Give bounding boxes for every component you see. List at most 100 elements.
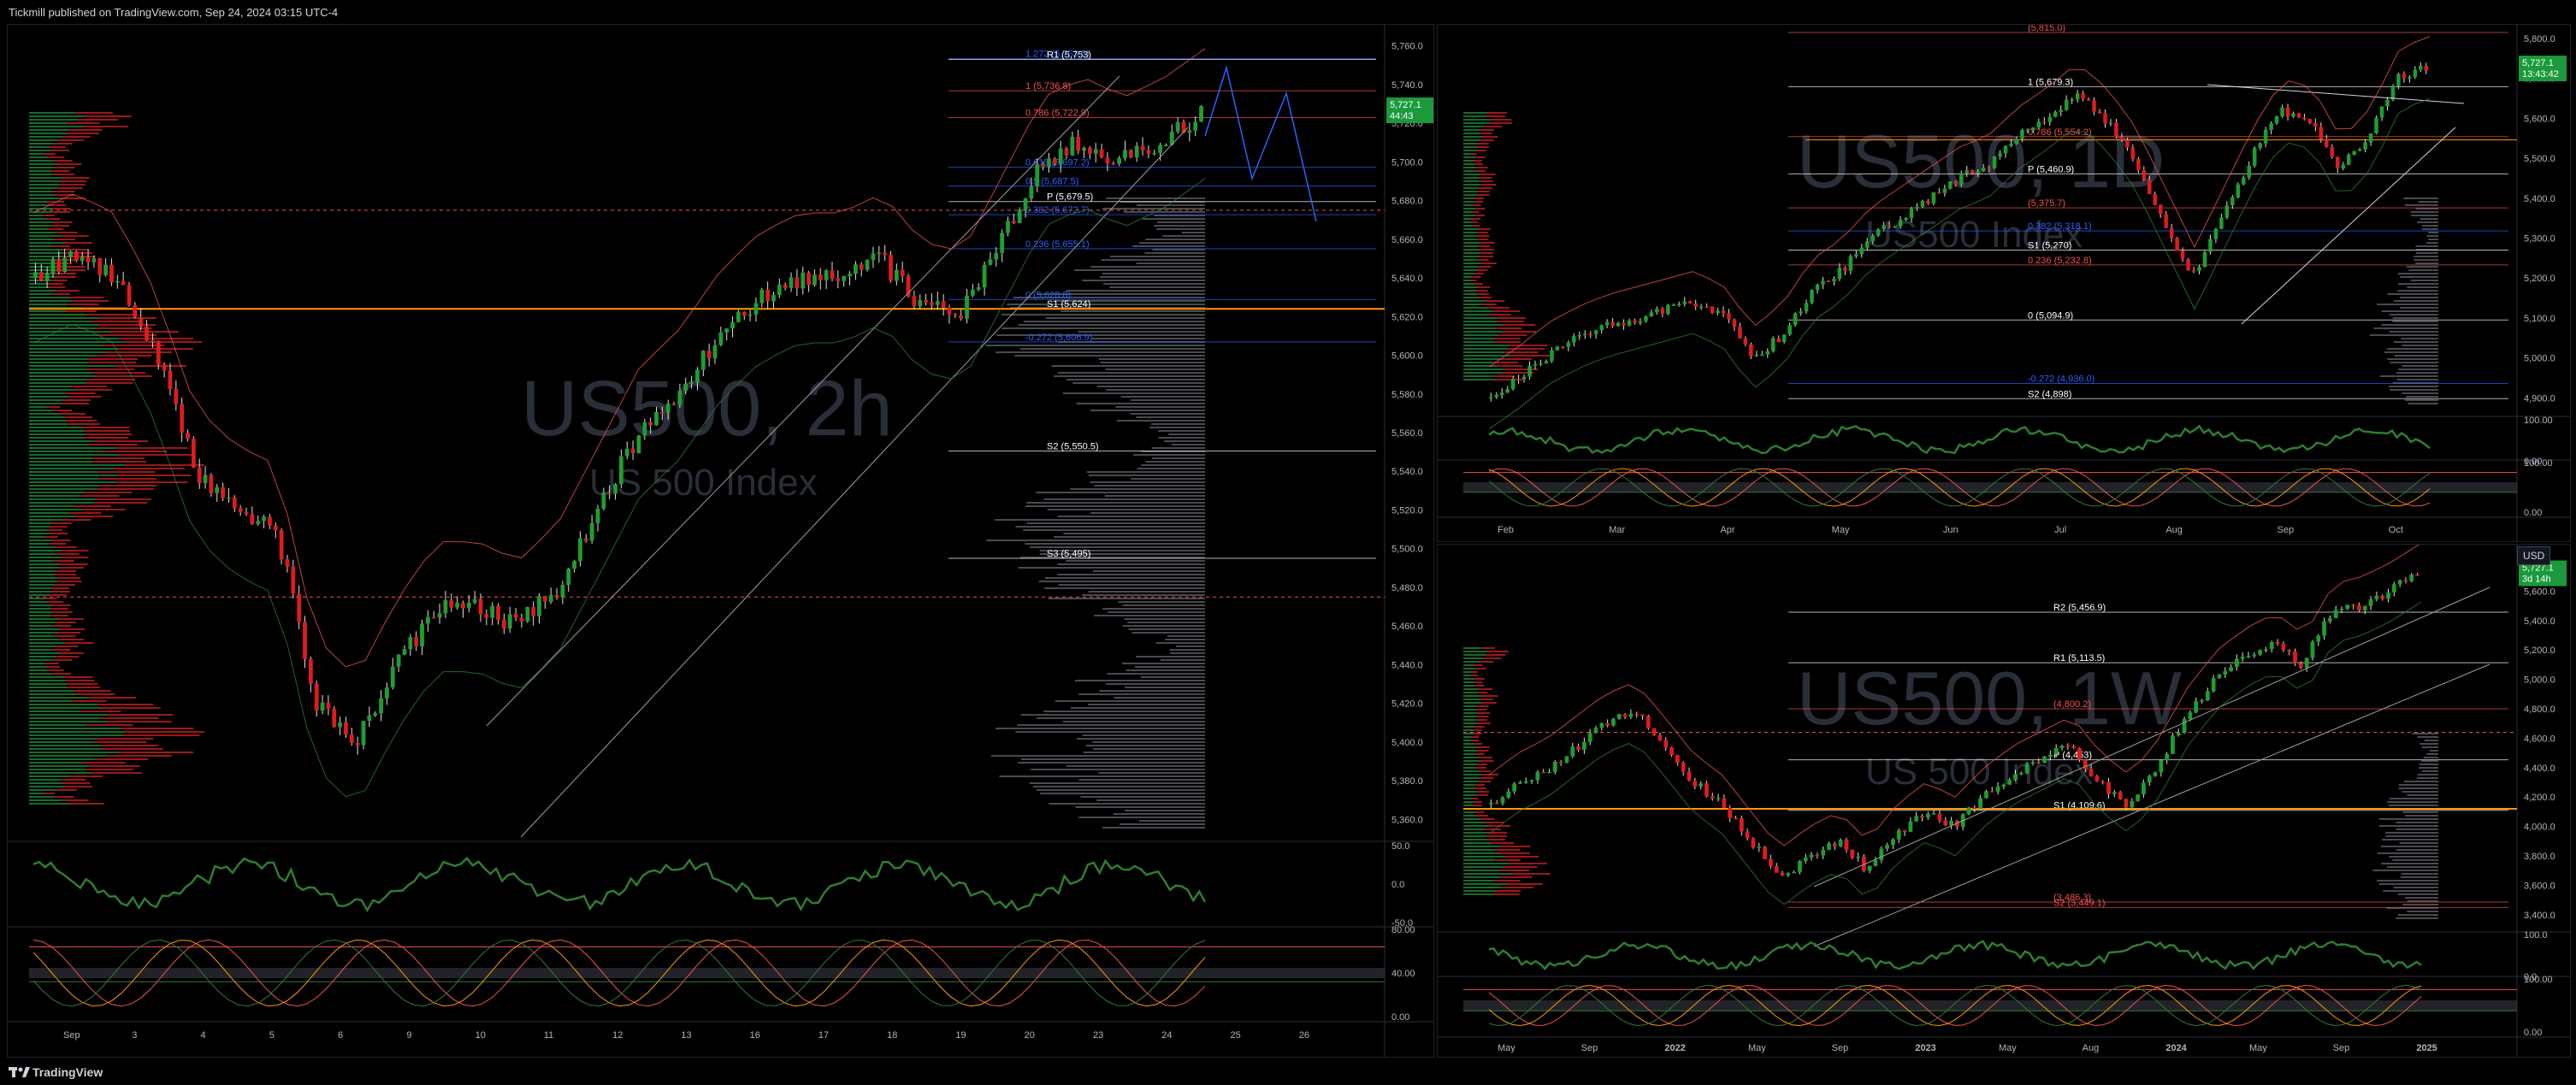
volume-profile-bar [2418,201,2438,203]
volume-profile-bar [29,492,86,493]
volume-profile-bar [2386,348,2438,350]
candle-body [1633,320,1637,323]
chart-panel-1w[interactable]: US500, 1W US 500 Index R2 (5,456.9) R1 (5,1… [1437,544,2571,1058]
volume-profile-bar [68,396,102,398]
volume-profile-bar [68,687,101,688]
candle-body [2424,66,2429,71]
volume-profile-bar [29,416,64,418]
volume-profile-bar [29,300,74,302]
volume-profile-bar [29,129,70,131]
volume-profile-bar [101,707,161,709]
volume-profile-bar [1486,300,1505,302]
volume-profile-bar [29,413,61,415]
candle-body [2217,674,2222,679]
volume-profile-bar [1102,608,1205,610]
volume-profile-bar [1142,218,1205,220]
candle-body [303,622,307,659]
candle-body [349,734,354,744]
candle-body [1769,858,1773,867]
candle-body [2269,123,2273,130]
candle-body [2205,691,2210,701]
volume-profile-bar [1472,736,1480,738]
volume-profile-bar [1508,348,1545,350]
volume-profile-bar [1463,811,1475,813]
volume-profile-bar [1476,815,1488,817]
candle-body [1937,813,1942,821]
time-axis-tick: 19 [955,1030,966,1041]
volume-profile-bar [64,642,94,644]
candle-body [1850,849,1855,858]
volume-profile-bar [1165,639,1205,640]
chart-1d[interactable]: US500, 1DUS500 Index(5,815.0)1 (5,679.3)… [1438,25,2570,541]
volume-profile-bar [1488,307,1510,309]
candle-body [2346,155,2351,165]
volume-profile-bar [51,591,70,593]
volume-profile-bar [62,403,89,404]
volume-profile-bar [1020,714,1205,716]
volume-profile-bar [1463,685,1475,687]
candle-body [2415,575,2419,576]
volume-profile-bar [2389,798,2438,799]
candle-body [2182,718,2187,734]
volume-profile-bar [70,297,104,298]
volume-profile-bar [1078,817,1205,818]
volume-profile-bar [60,180,86,182]
candle-body [566,569,571,586]
candle-body [1896,829,1901,840]
volume-profile-bar [1463,297,1480,298]
volume-profile-bar [1476,692,1488,693]
candle-body [1529,780,1534,782]
volume-profile-bar [29,194,55,196]
candle-body [1763,846,1767,859]
volume-profile-bar [1476,794,1489,796]
volume-profile-bar [29,693,77,695]
volume-profile-bar [51,673,71,675]
volume-profile-bar [1088,475,1205,476]
volume-profile-bar [1020,758,1205,760]
candle-body [1593,330,1598,334]
volume-profile-bar [29,557,62,558]
volume-profile-bar [1082,734,1205,736]
volume-profile-bar [2384,832,2438,834]
volume-profile-bar [1476,709,1487,711]
volume-profile-bar [45,666,60,668]
candle-body [1959,173,1964,185]
tradingview-logo-icon[interactable] [9,1065,31,1081]
candle-body [877,252,882,254]
volume-profile-bar [2429,750,2438,752]
volume-profile-bar [29,714,109,716]
candle-body [180,404,185,433]
chart-panel-1d[interactable]: US500, 1D US500 Index (5,815.0) 1 (5,679.3)… [1437,24,2571,542]
chart-panel-2h[interactable]: US500, 2h US 500 Index 1.272 (5,753.5) R1 (… [7,24,1434,1058]
volume-profile-bar [1477,746,1490,748]
volume-profile-bar [2417,774,2438,775]
level-label: 0.236 (5,232.8) [2028,256,2092,266]
candle-body [1837,267,1842,279]
candle-body [2313,122,2318,127]
candle-body [624,448,629,457]
currency-button[interactable]: USD [2517,546,2551,565]
candle-body [2114,122,2118,137]
price-axis-tick: 5,000.0 [2524,354,2555,364]
candle-body [747,314,753,316]
candle-body [472,599,477,603]
volume-profile-bar [1061,310,1205,312]
chart-1w[interactable]: US500, 1WUS 500 IndexR2 (5,456.9)R1 (5,1… [1438,545,2570,1057]
candle-body [783,284,788,288]
volume-profile-bar [29,348,120,350]
volume-profile-bar [1478,712,1491,714]
volume-profile-bar [29,444,89,445]
candle-body [1781,334,1787,343]
volume-profile-bar [1151,457,1205,459]
volume-profile-bar [1480,174,1496,175]
candle-body [1902,829,1907,832]
candle-body [1984,791,1988,799]
volume-profile-bar [1474,664,1483,666]
volume-profile-bar [2378,852,2438,854]
candle-body [496,605,500,620]
volume-profile-bar [29,803,71,805]
volume-profile-bar [1477,716,1489,717]
chart-2h[interactable]: US500, 2hUS 500 Index1.272 (5,753.5)R1 (… [8,25,1433,1057]
volume-profile-bar [29,481,116,483]
price-axis-tick: 5,540.0 [1391,467,1423,477]
